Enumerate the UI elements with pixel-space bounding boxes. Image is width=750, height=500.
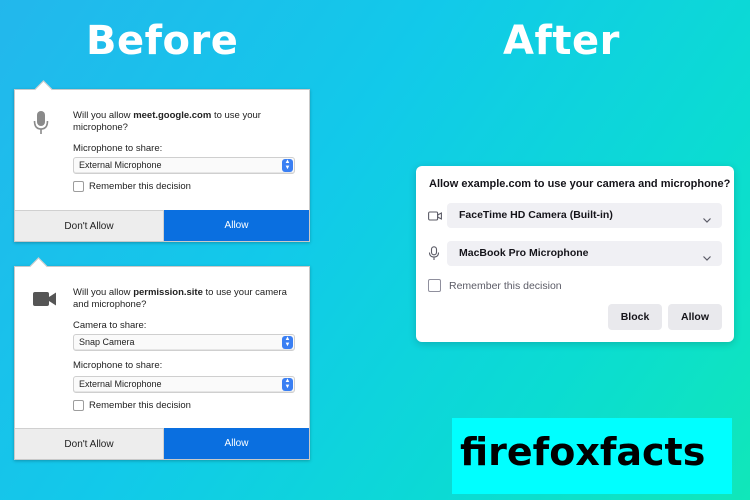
remember-decision-label: Remember this decision <box>449 279 562 292</box>
checkbox-box[interactable] <box>73 181 84 192</box>
remember-decision-label: Remember this decision <box>89 181 191 192</box>
new-permission-dialog: Allow example.com to use your camera and… <box>416 166 734 342</box>
camera-select[interactable]: FaceTime HD Camera (Built-in) <box>447 203 722 228</box>
dont-allow-button[interactable]: Don't Allow <box>15 428 164 459</box>
permission-question: Will you allow permission.site to use yo… <box>73 287 287 310</box>
select-stepper-icon: ▲ ▼ <box>282 159 293 172</box>
camera-share-label: Camera to share: <box>73 320 147 331</box>
camera-select[interactable]: Snap Camera ▲ ▼ <box>73 334 295 351</box>
block-button[interactable]: Block <box>608 304 662 330</box>
before-heading: Before <box>86 18 239 64</box>
chevron-down-icon <box>702 248 712 273</box>
camera-icon <box>428 209 442 227</box>
after-heading: After <box>503 18 620 64</box>
video-camera-icon <box>33 291 57 312</box>
microphone-select-value: MacBook Pro Microphone <box>459 247 589 259</box>
remember-decision-checkbox[interactable]: Remember this decision <box>73 400 191 411</box>
camera-select-value: FaceTime HD Camera (Built-in) <box>459 209 613 221</box>
old-dialog-body: Will you allow permission.site to use yo… <box>15 267 309 311</box>
remember-decision-checkbox[interactable]: Remember this decision <box>73 181 191 192</box>
microphone-select[interactable]: External Microphone ▲ ▼ <box>73 157 295 174</box>
dont-allow-button[interactable]: Don't Allow <box>15 210 164 241</box>
brand-banner: firefoxfacts <box>452 418 732 494</box>
camera-select-value: Snap Camera <box>79 337 135 347</box>
remember-decision-checkbox[interactable]: Remember this decision <box>428 279 562 292</box>
select-stepper-icon: ▲ ▼ <box>282 378 293 391</box>
select-stepper-icon: ▲ ▼ <box>282 336 293 349</box>
allow-button[interactable]: Allow <box>668 304 722 330</box>
microphone-icon <box>428 246 440 266</box>
allow-button[interactable]: Allow <box>164 210 309 241</box>
chevron-down-icon <box>702 210 712 235</box>
brand-logo-text: firefoxfacts <box>460 430 706 474</box>
microphone-select[interactable]: External Microphone ▲ ▼ <box>73 376 295 393</box>
permission-question: Will you allow meet.google.com to use yo… <box>73 110 261 133</box>
microphone-row: MacBook Pro Microphone <box>428 241 722 266</box>
allow-button[interactable]: Allow <box>164 428 309 459</box>
remember-decision-label: Remember this decision <box>89 400 191 411</box>
old-dialog-buttons: Don't Allow Allow <box>15 210 309 241</box>
mic-share-label: Microphone to share: <box>73 360 163 371</box>
microphone-select-value: External Microphone <box>79 379 162 389</box>
permission-question: Allow example.com to use your camera and… <box>429 178 731 190</box>
old-dialog-buttons: Don't Allow Allow <box>15 428 309 459</box>
site-name: meet.google.com <box>133 110 212 121</box>
camera-row: FaceTime HD Camera (Built-in) <box>428 203 722 228</box>
checkbox-box[interactable] <box>73 400 84 411</box>
old-mic-permission-dialog: Will you allow meet.google.com to use yo… <box>14 80 310 242</box>
microphone-select[interactable]: MacBook Pro Microphone <box>447 241 722 266</box>
checkbox-box[interactable] <box>428 279 441 292</box>
microphone-icon <box>33 110 49 141</box>
old-dialog-body: Will you allow meet.google.com to use yo… <box>15 90 309 134</box>
site-name: permission.site <box>133 287 203 298</box>
old-camera-mic-permission-dialog: Will you allow permission.site to use yo… <box>14 257 310 460</box>
microphone-select-value: External Microphone <box>79 160 162 170</box>
mic-share-label: Microphone to share: <box>73 143 163 154</box>
